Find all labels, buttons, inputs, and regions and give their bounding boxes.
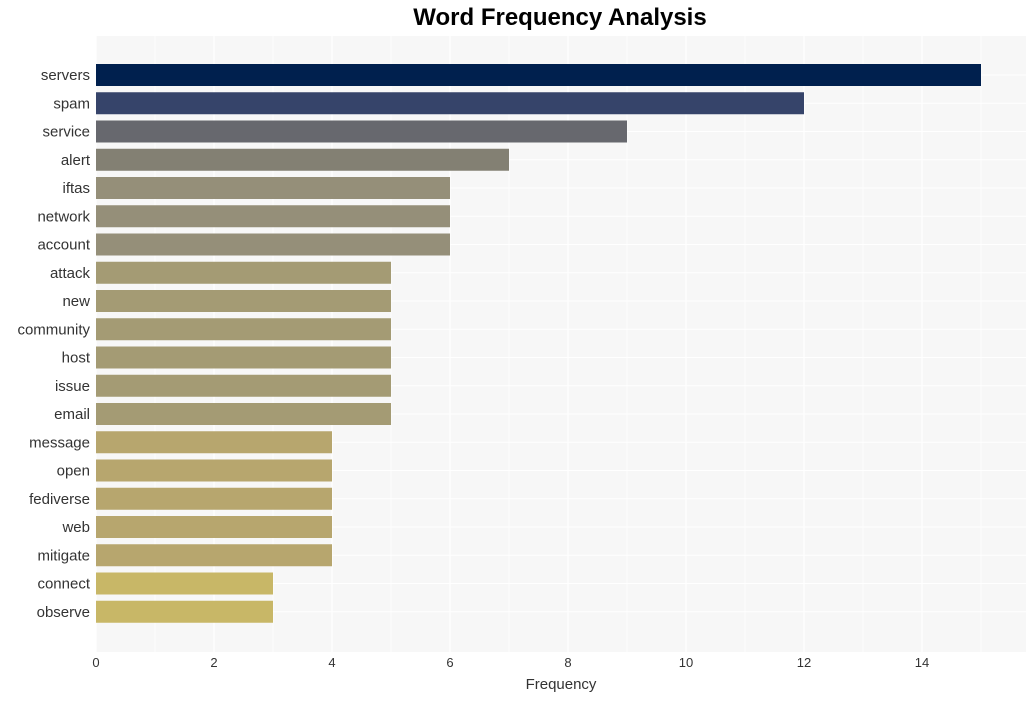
x-tick-label: 4 [328,655,335,670]
y-axis-labels: servers spam service alert iftas network accou… [17,67,90,621]
y-tick-label: mitigate [37,547,90,564]
x-axis-label: Frequency [526,676,597,693]
bar-connect [96,572,273,595]
y-tick-label: servers [41,67,90,84]
y-tick-label: web [61,519,90,536]
y-tick-label: message [29,434,90,451]
x-tick-label: 12 [797,655,811,670]
y-tick-label: email [54,406,90,423]
x-tick-label: 0 [92,655,99,670]
y-tick-label: attack [50,265,91,282]
y-tick-label: service [42,124,90,141]
bar-servers [96,64,981,86]
bar-service [96,120,627,143]
y-tick-label: issue [55,378,90,395]
x-tick-label: 8 [564,655,571,670]
x-tick-label: 2 [210,655,217,670]
bar-account [96,233,450,256]
y-tick-label: community [17,321,90,338]
bar-iftas [96,177,450,199]
y-tick-label: account [37,237,90,254]
bar-chart: servers spam service alert iftas network accou… [17,36,1026,693]
x-tick-label: 6 [446,655,453,670]
y-tick-label: connect [37,576,90,593]
y-tick-label: network [37,208,90,225]
bar-alert [96,148,509,171]
bar-observe [96,600,273,623]
bar-new [96,290,391,312]
y-tick-label: iftas [62,180,90,197]
y-tick-label: spam [53,95,90,112]
y-tick-label: new [62,293,90,310]
y-tick-label: alert [61,152,91,169]
x-tick-label: 10 [679,655,693,670]
bar-email [96,403,391,425]
bar-mitigate [96,544,332,567]
bar-host [96,346,391,369]
bar-issue [96,374,391,397]
bar-attack [96,261,391,284]
y-tick-label: host [62,350,91,367]
bar-network [96,205,450,228]
bar-community [96,318,391,341]
bar-web [96,516,332,538]
y-tick-label: observe [37,604,90,621]
y-tick-label: open [57,463,90,480]
x-axis-ticks: 0 2 4 6 8 10 12 14 [92,655,929,670]
bar-message [96,431,332,454]
x-tick-label: 14 [915,655,929,670]
bar-open [96,459,332,482]
bar-fediverse [96,487,332,510]
y-tick-label: fediverse [29,491,90,508]
bar-spam [96,92,804,115]
